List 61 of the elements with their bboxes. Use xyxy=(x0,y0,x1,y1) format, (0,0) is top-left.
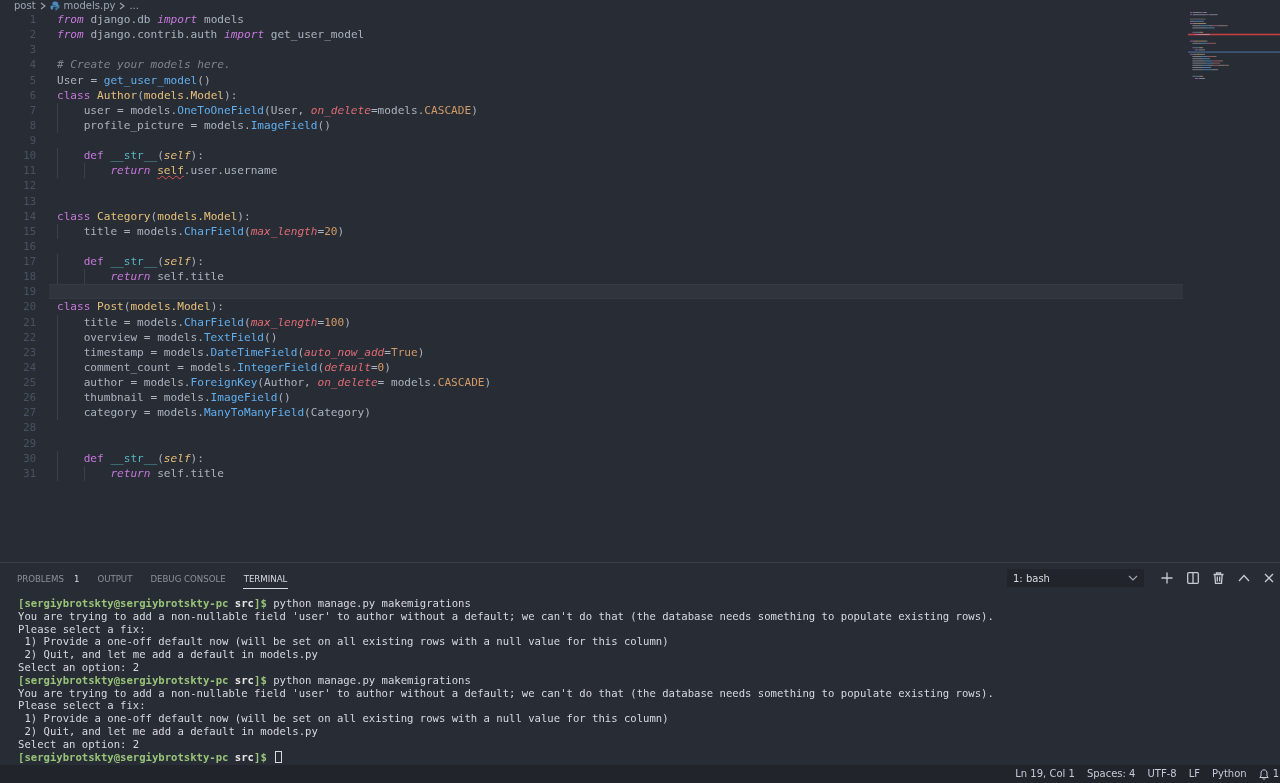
terminal-output: 2) Quit, and let me add a default in models.py xyxy=(24,648,318,661)
trash-icon[interactable] xyxy=(1213,572,1224,584)
status-item[interactable]: Ln 19, Col 1 xyxy=(1015,765,1075,783)
code-line: comment_count = models.IntegerField(default=0) xyxy=(83,359,391,375)
terminal-output: Select an option: 2 xyxy=(18,737,140,751)
code-line: class Category(models.Model): xyxy=(57,208,251,224)
code-comment: # Create your models here. xyxy=(57,57,231,73)
terminal-prompt: [sergiybrotskty@sergiybrotskty-pc src]$ python manage.py makemigrations xyxy=(18,673,471,687)
breadcrumb-item[interactable]: post xyxy=(14,0,36,11)
code-line: thumbnail = models.ImageField() xyxy=(83,390,291,406)
notification-count: 1 xyxy=(1272,767,1279,781)
code-line: return self.title xyxy=(110,269,224,285)
terminal-output: 1) Provide a one-off default now (will be set on all existing rows with a null value for this column) xyxy=(24,712,669,725)
terminal-select[interactable]: 1: bash xyxy=(1007,569,1144,587)
code-line: author = models.ForeignKey(Author, on_delete= models.CASCADE) xyxy=(83,375,492,391)
code-line: title = models.CharField(max_length=100) xyxy=(83,314,351,330)
split-icon[interactable] xyxy=(1187,572,1199,584)
chevron-down-icon xyxy=(1128,575,1138,581)
code-line: from django.contrib.auth import get_user_model xyxy=(57,27,365,43)
terminal-output: 1) Provide a one-off default now (will be set on all existing rows with a null value for this column) xyxy=(24,635,669,649)
code-line: title = models.CharField(max_length=20) xyxy=(83,223,345,239)
panel-tab[interactable]: TERMINAL xyxy=(242,563,289,589)
breadcrumb-more[interactable]: ... xyxy=(129,0,139,11)
chevron-right-icon xyxy=(119,1,126,10)
status-item[interactable]: Spaces: 4 xyxy=(1086,765,1136,783)
code-line: return self.user.username xyxy=(110,163,278,179)
bell-icon[interactable] xyxy=(1258,768,1269,780)
status-item[interactable]: UTF-8 xyxy=(1147,765,1177,783)
terminal-prompt: [sergiybrotskty@sergiybrotskty-pc src]$ xyxy=(18,750,267,764)
code-line: def __str__(self): xyxy=(83,148,204,164)
chevron-right-icon xyxy=(39,1,46,10)
code-line: from django.db import models xyxy=(57,12,245,28)
terminal-output: Please select a fix: xyxy=(18,699,146,713)
code-line: def __str__(self): xyxy=(83,450,204,466)
code-line: User = get_user_model() xyxy=(57,72,211,88)
panel-tab[interactable]: DEBUG CONSOLE xyxy=(149,563,227,589)
terminal-output: You are trying to add a non-nullable field 'user' to author without a default; we can't do that (the database needs something to populate existing rows). xyxy=(18,609,994,623)
chevron-up-icon[interactable] xyxy=(1238,574,1250,582)
terminal-output: 2) Quit, and let me add a default in models.py xyxy=(24,724,318,738)
terminal-prompt: [sergiybrotskty@sergiybrotskty-pc src]$ python manage.py makemigrations xyxy=(18,597,471,610)
code-line: profile_picture = models.ImageField() xyxy=(83,117,331,133)
plus-icon[interactable] xyxy=(1161,572,1173,584)
close-icon[interactable] xyxy=(1264,573,1274,583)
code-line: category = models.ManyToManyField(Category) xyxy=(83,405,371,421)
panel-tab[interactable]: PROBLEMS 1 xyxy=(16,563,81,589)
code-line: class Post(models.Model): xyxy=(57,299,224,315)
problem-count: 1 xyxy=(73,573,80,584)
code-line: overview = models.TextField() xyxy=(83,329,278,345)
terminal-output: You are trying to add a non-nullable field 'user' to author without a default; we can't do that (the database needs something to populate existing rows). xyxy=(18,686,994,700)
code-line: def __str__(self): xyxy=(83,254,204,270)
code-line: user = models.OneToOneField(User, on_delete=models.CASCADE) xyxy=(83,102,478,118)
breadcrumb-item[interactable]: models.py xyxy=(63,0,116,11)
status-item[interactable]: Python xyxy=(1211,765,1247,783)
terminal-output: Select an option: 2 xyxy=(18,661,140,674)
code-line: timestamp = models.DateTimeField(auto_now_add=True) xyxy=(83,344,425,360)
panel-tab[interactable]: OUTPUT xyxy=(96,563,134,589)
terminal-output: Please select a fix: xyxy=(18,622,146,636)
python-file-icon xyxy=(49,0,60,11)
code-line: class Author(models.Model): xyxy=(57,87,238,103)
status-item[interactable]: LF xyxy=(1188,765,1200,783)
code-line: return self.title xyxy=(110,465,224,481)
